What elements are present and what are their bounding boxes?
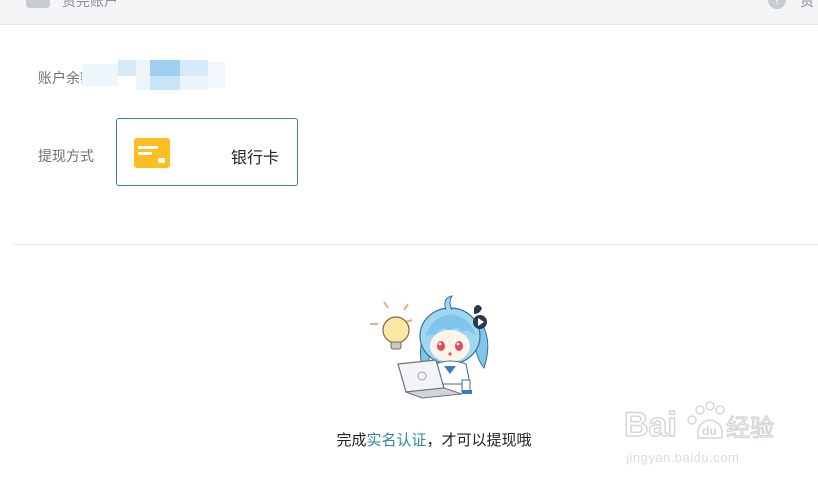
balance-value-redacted — [82, 60, 225, 90]
svg-text:Bai: Bai — [624, 406, 677, 444]
section-divider — [14, 244, 818, 245]
mascot-illustration — [370, 295, 489, 399]
baidu-jingyan-watermark: Bai du 经验 jingyan.baidu.com — [622, 398, 782, 470]
top-bar: 资完账户 ? 资 — [0, 0, 818, 25]
bank-card-icon — [134, 138, 170, 168]
account-icon — [26, 0, 50, 8]
notice-suffix: ，才可以提现哦 — [426, 432, 532, 449]
help-circle-icon[interactable]: ? — [768, 0, 786, 9]
watermark-url: jingyan.baidu.com — [626, 450, 740, 465]
withdraw-method-label: 提现方式 — [38, 148, 94, 164]
svg-text:经验: 经验 — [726, 414, 774, 442]
real-name-verification-link[interactable]: 实名认证 — [366, 432, 426, 449]
bank-card-option[interactable]: 银行卡 — [116, 118, 298, 186]
top-right-link[interactable]: 资 — [800, 0, 814, 11]
light-bulb-icon — [370, 301, 413, 350]
page-title: 资完账户 — [62, 0, 118, 9]
svg-text:du: du — [702, 424, 717, 438]
notice-prefix: 完成 — [336, 432, 367, 449]
baidu-logo: Bai du 经验 — [623, 401, 775, 445]
bank-card-option-label: 银行卡 — [230, 150, 279, 167]
